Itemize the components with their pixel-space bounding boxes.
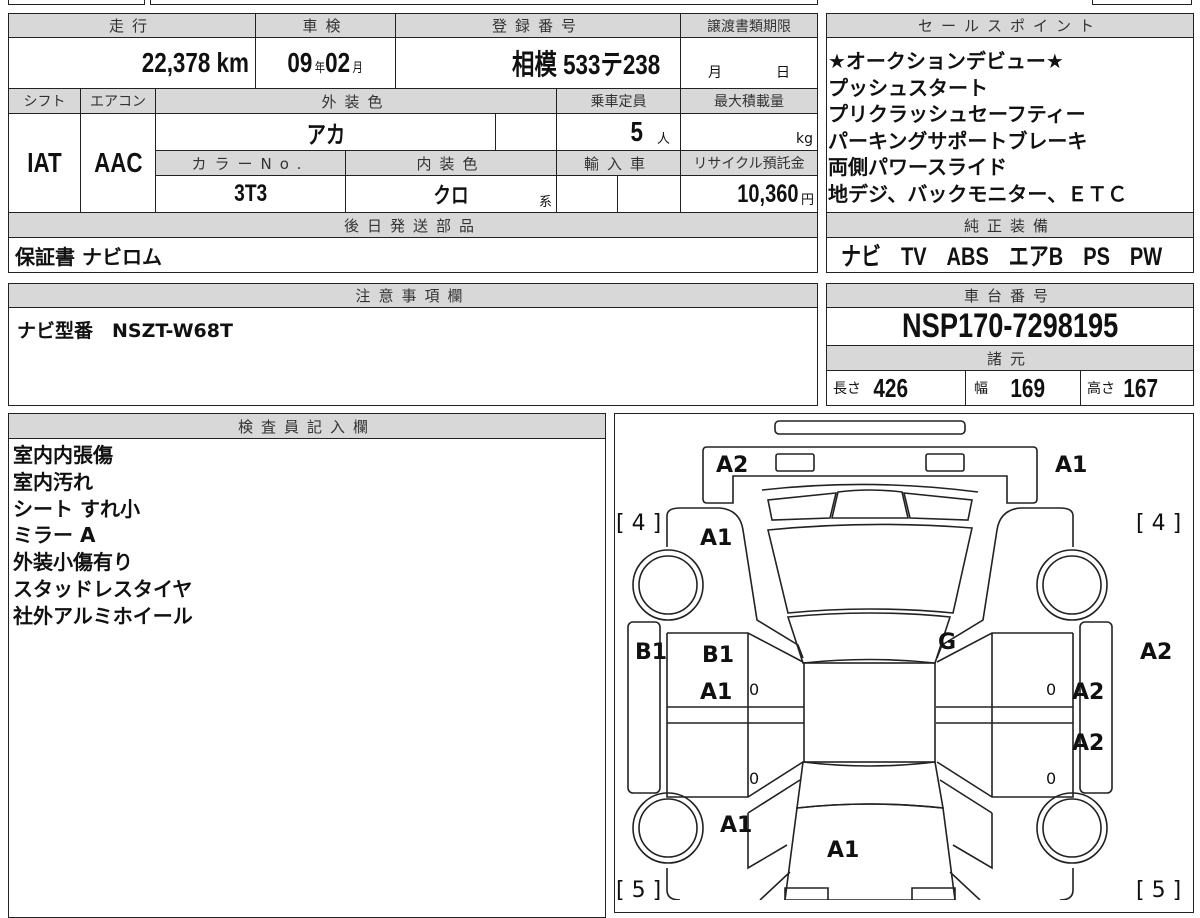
zero-mark: 0 [1046, 680, 1056, 699]
tire-mark-fl: [ 4 ] [616, 511, 661, 536]
mark-windshield: G [938, 630, 956, 655]
mark-fender-left: A1 [700, 526, 732, 551]
mark-front-right: A1 [1055, 453, 1087, 478]
zero-mark: 0 [749, 680, 759, 699]
mark-door-fl-1: B1 [702, 643, 734, 668]
side-doors-outline [666, 632, 804, 798]
tire-mark-rr: [ 5 ] [1136, 878, 1181, 900]
roof-spoiler-outline [774, 420, 966, 435]
zero-mark: 0 [749, 769, 759, 788]
hood-outline [767, 523, 973, 614]
hood-front-line [761, 483, 979, 493]
mark-door-fr: A2 [1072, 680, 1104, 705]
front-wheel-inner [638, 555, 698, 615]
grille-outline [830, 489, 910, 519]
front-fender-outline [666, 507, 804, 659]
mark-door-rr: A2 [1072, 731, 1104, 756]
fog-lamp-left [775, 453, 815, 472]
windshield-outline [786, 612, 952, 664]
mark-front-left: A2 [716, 453, 748, 478]
zero-mark: 0 [1046, 769, 1056, 788]
tire-mark-rl: [ 5 ] [616, 878, 661, 900]
roof-outline [803, 662, 936, 763]
mark-trunk: A1 [827, 838, 859, 863]
rear-wheel-outer [632, 792, 704, 864]
mark-sill-left: B1 [635, 640, 667, 665]
front-wheel-outer [632, 549, 704, 621]
front-bumper-outline [702, 446, 1038, 504]
trunk-outline [784, 803, 956, 900]
rear-wheel-inner [638, 798, 698, 858]
headlight-outline [767, 492, 838, 521]
rear-bumper-outline [784, 887, 956, 900]
tire-mark-fr: [ 4 ] [1136, 511, 1181, 536]
fog-lamp-right [925, 453, 965, 472]
rear-glass-outline [796, 761, 944, 809]
mark-sill-right: A2 [1140, 640, 1172, 665]
car-diagram: A2 A1 [ 4 ] [ 4 ] A1 B1 B1 A1 G A2 A2 A2… [616, 420, 1181, 900]
mark-door-fl-2: A1 [700, 680, 732, 705]
mark-quarter-left: A1 [720, 813, 752, 838]
